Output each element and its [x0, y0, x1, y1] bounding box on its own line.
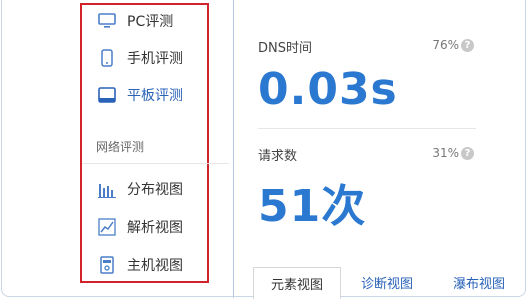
tablet-icon	[98, 86, 116, 104]
sidebar-item-label: 平板评测	[127, 88, 183, 104]
help-icon[interactable]: ?	[461, 146, 474, 160]
metric-value-dns: 0.03s	[258, 64, 398, 115]
metric-percent-text: 31%	[432, 146, 459, 160]
metric-percent-dns: 76% ?	[432, 38, 474, 52]
sidebar-item-label: 解析视图	[127, 220, 183, 236]
tab-waterfall-view[interactable]: 瀑布视图	[433, 267, 525, 298]
sidebar-item-tablet-test[interactable]: 平板评测	[98, 83, 183, 107]
section-label-network: 网络评测	[96, 140, 145, 154]
view-tabs: 元素视图 诊断视图 瀑布视图	[253, 267, 525, 299]
column-divider	[233, 0, 234, 298]
metric-percent-requests: 31% ?	[432, 146, 474, 160]
help-icon[interactable]: ?	[461, 38, 474, 52]
metric-divider	[258, 128, 476, 129]
section-divider	[82, 163, 229, 164]
sidebar-item-phone-test[interactable]: 手机评测	[98, 46, 183, 70]
distribution-chart-icon	[98, 180, 116, 198]
metric-percent-text: 76%	[432, 38, 459, 52]
monitor-icon	[98, 12, 116, 30]
tab-diagnosis-view[interactable]: 诊断视图	[341, 267, 433, 298]
sidebar-item-label: 手机评测	[127, 51, 183, 67]
sidebar-item-distribution-view[interactable]: 分布视图	[98, 177, 183, 201]
sidebar-item-host-view[interactable]: 主机视图	[98, 253, 183, 277]
sidebar-item-label: PC评测	[127, 14, 174, 30]
metric-label-requests: 请求数	[258, 149, 298, 164]
metric-value-requests: 51次	[258, 181, 367, 232]
phone-icon	[98, 49, 116, 67]
sidebar-item-parse-view[interactable]: 解析视图	[98, 215, 183, 239]
sidebar-item-label: 分布视图	[127, 182, 183, 198]
sidebar-item-label: 主机视图	[127, 258, 183, 274]
line-chart-icon	[98, 218, 116, 236]
tab-element-view[interactable]: 元素视图	[253, 267, 341, 299]
sidebar-item-pc-test[interactable]: PC评测	[98, 9, 173, 33]
host-server-icon	[98, 256, 116, 274]
sidebar-nav: PC评测 手机评测 平板评测 网络评测 分布视图 解析视图 主机视图	[80, 3, 229, 283]
metric-label-dns: DNS时间	[258, 41, 312, 56]
